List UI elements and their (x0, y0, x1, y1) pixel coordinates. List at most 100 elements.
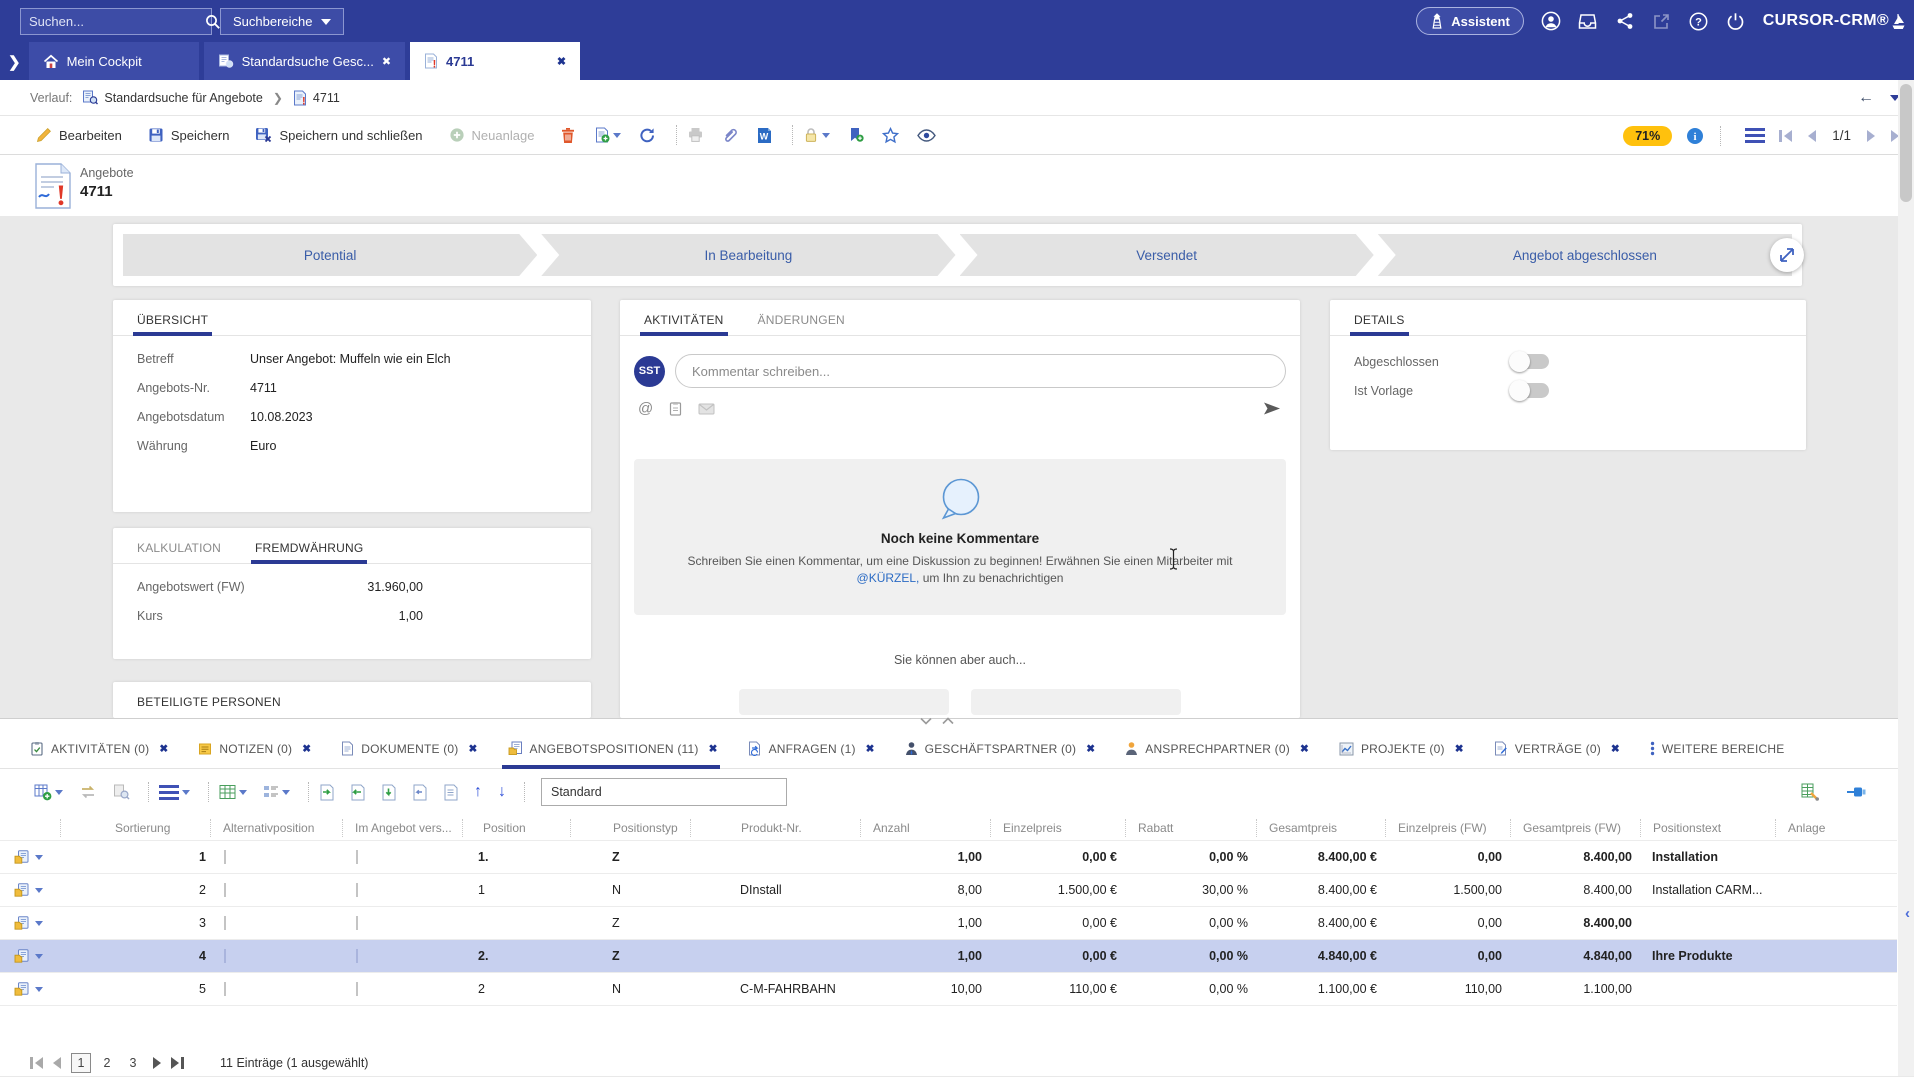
vertical-scrollbar[interactable] (1898, 80, 1914, 1076)
row-type-icon[interactable] (0, 850, 60, 865)
word-export-button[interactable]: W (757, 127, 772, 144)
grid-list-button[interactable] (443, 784, 458, 801)
subarea-tab-notizen-0-[interactable]: NOTIZEN (0)✖ (198, 729, 311, 769)
history-back-icon[interactable]: ← (1858, 89, 1874, 107)
column-header-rab[interactable]: Rabatt (1125, 819, 1256, 837)
tab-overview[interactable]: ÜBERSICHT (137, 313, 208, 336)
lock-button[interactable] (803, 127, 830, 143)
print-button[interactable] (687, 127, 704, 143)
table-row[interactable]: 3Z1,000,00 €0,00 %8.400,00 €0,008.400,00 (0, 907, 1897, 940)
process-step-versendet[interactable]: Versendet (960, 234, 1374, 276)
row-menu-icon[interactable] (35, 888, 43, 893)
collapse-panel-icon[interactable] (920, 717, 932, 725)
bookmark-add-button[interactable] (848, 127, 864, 143)
grid-previous-page-button[interactable] (53, 1057, 61, 1069)
table-row[interactable]: 11.Z1,000,00 €0,00 %8.400,00 €0,008.400,… (0, 841, 1897, 874)
pin-icon[interactable] (1846, 786, 1866, 798)
expand-panel-icon[interactable] (942, 717, 954, 725)
grid-view-layout-button[interactable] (263, 785, 290, 800)
close-tab-icon[interactable]: ✖ (1300, 743, 1309, 755)
page-number-3[interactable]: 3 (123, 1053, 143, 1073)
subarea-tab-weitere-bereiche[interactable]: WEITERE BEREICHE (1650, 729, 1785, 769)
chevron-down-icon[interactable] (55, 790, 63, 795)
search-icon[interactable] (205, 14, 221, 30)
close-tab-icon[interactable]: ✖ (709, 743, 718, 755)
process-step-angebot-abgeschlossen[interactable]: Angebot abgeschlossen (1378, 234, 1792, 276)
search-scope-button[interactable]: Suchbereiche (220, 8, 344, 35)
alternativposition-checkbox[interactable] (224, 916, 226, 930)
im-angebot-checkbox[interactable] (356, 949, 358, 963)
toggle-switch-ist-vorlage[interactable] (1511, 383, 1549, 398)
column-header-typ[interactable]: Positionstyp (570, 819, 690, 837)
grid-transfer-button[interactable] (79, 784, 97, 800)
next-record-button[interactable] (1867, 130, 1875, 142)
breadcrumb-item-record[interactable]: ! 4711 (293, 90, 340, 106)
edit-button[interactable]: Bearbeiten (36, 127, 122, 143)
workspace-tab-mein-cockpit[interactable]: Mein Cockpit (29, 42, 199, 80)
assistant-button[interactable]: Assistent (1416, 7, 1524, 35)
column-header-gpfw[interactable]: Gesamtpreis (FW) (1510, 819, 1640, 837)
process-expand-button[interactable] (1770, 238, 1804, 272)
table-row[interactable]: 52NC-M-FAHRBAHN10,00110,00 €0,00 %1.100,… (0, 973, 1897, 1006)
table-row[interactable]: 42.Z1,000,00 €0,00 %4.840,00 €0,004.840,… (0, 940, 1897, 973)
mention-at-icon[interactable]: @ (638, 400, 653, 417)
page-number-1[interactable]: 1 (71, 1053, 91, 1073)
close-tab-icon[interactable]: ✖ (1086, 743, 1095, 755)
grid-view-table-button[interactable] (219, 784, 247, 800)
close-tab-icon[interactable]: ✖ (302, 743, 311, 755)
close-tab-icon[interactable]: ✖ (1611, 743, 1620, 755)
grid-new-row-button[interactable] (34, 784, 63, 801)
tab-aenderungen[interactable]: ÄNDERUNGEN (758, 313, 845, 336)
tab-aktivitaeten[interactable]: AKTIVITÄTEN (644, 313, 724, 336)
alternativposition-checkbox[interactable] (224, 850, 226, 864)
alternativposition-checkbox[interactable] (224, 982, 226, 996)
scrollbar-thumb[interactable] (1900, 84, 1912, 202)
breadcrumb-item-search[interactable]: Standardsuche für Angebote (82, 90, 262, 105)
chevron-down-icon[interactable] (282, 790, 290, 795)
mention-link[interactable]: @KÜRZEL, (857, 571, 920, 585)
help-icon[interactable]: ? (1689, 11, 1709, 31)
subarea-tab-dokumente-0-[interactable]: DOKUMENTE (0)✖ (341, 729, 477, 769)
subarea-tab-projekte-0-[interactable]: PROJEKTE (0)✖ (1339, 729, 1464, 769)
table-row[interactable]: 21NDInstall8,001.500,00 €30,00 %8.400,00… (0, 874, 1897, 907)
completeness-badge[interactable]: 71% (1623, 126, 1672, 146)
subarea-tab-verträge-0-[interactable]: VERTRÄGE (0)✖ (1494, 729, 1620, 769)
chevron-down-icon[interactable] (613, 133, 621, 138)
im-angebot-checkbox[interactable] (356, 982, 358, 996)
row-type-icon[interactable] (0, 982, 60, 997)
chevron-down-icon[interactable] (182, 790, 190, 795)
grid-view-selector[interactable] (541, 778, 787, 806)
subarea-tab-aktivitäten-0-[interactable]: AKTIVITÄTEN (0)✖ (30, 729, 168, 769)
grid-export-left-button[interactable] (350, 784, 365, 801)
row-menu-icon[interactable] (35, 921, 43, 926)
grid-settings-icon[interactable] (1801, 783, 1820, 801)
column-header-ptext[interactable]: Positionstext (1640, 819, 1775, 837)
tab-details[interactable]: DETAILS (1354, 313, 1405, 336)
subarea-tab-geschäftspartner-0-[interactable]: GESCHÄFTSPARTNER (0)✖ (905, 729, 1096, 769)
row-type-icon[interactable] (0, 883, 60, 898)
close-tab-icon[interactable]: ✖ (557, 55, 566, 68)
alternativposition-checkbox[interactable] (224, 949, 226, 963)
close-tab-icon[interactable]: ✖ (159, 743, 168, 755)
column-header-anz[interactable]: Anzahl (860, 819, 990, 837)
info-icon[interactable]: i (1686, 127, 1704, 145)
column-header-anlage[interactable]: Anlage (1775, 819, 1897, 837)
row-menu-icon[interactable] (35, 987, 43, 992)
close-tab-icon[interactable]: ✖ (469, 743, 478, 755)
profile-icon[interactable] (1541, 11, 1561, 31)
row-menu-icon[interactable] (35, 855, 43, 860)
new-record-button[interactable]: Neuanlage (449, 127, 535, 143)
tab-kalkulation[interactable]: KALKULATION (137, 541, 221, 564)
column-header-ep[interactable]: Einzelpreis (990, 819, 1125, 837)
grid-sort-up-button[interactable]: ↑ (474, 783, 482, 801)
watch-eye-button[interactable] (917, 129, 936, 142)
close-tab-icon[interactable]: ✖ (382, 55, 391, 68)
menu-icon[interactable] (1745, 128, 1765, 143)
alternativposition-checkbox[interactable] (224, 883, 226, 897)
collapse-right-panel-icon[interactable]: ‹ (1905, 905, 1910, 922)
logout-power-icon[interactable] (1726, 11, 1746, 31)
grid-first-page-button[interactable] (30, 1057, 43, 1069)
global-search[interactable] (20, 8, 212, 35)
quick-action-button[interactable] (971, 689, 1181, 715)
subarea-tab-anfragen-1-[interactable]: ANFRAGEN (1)✖ (748, 729, 875, 769)
